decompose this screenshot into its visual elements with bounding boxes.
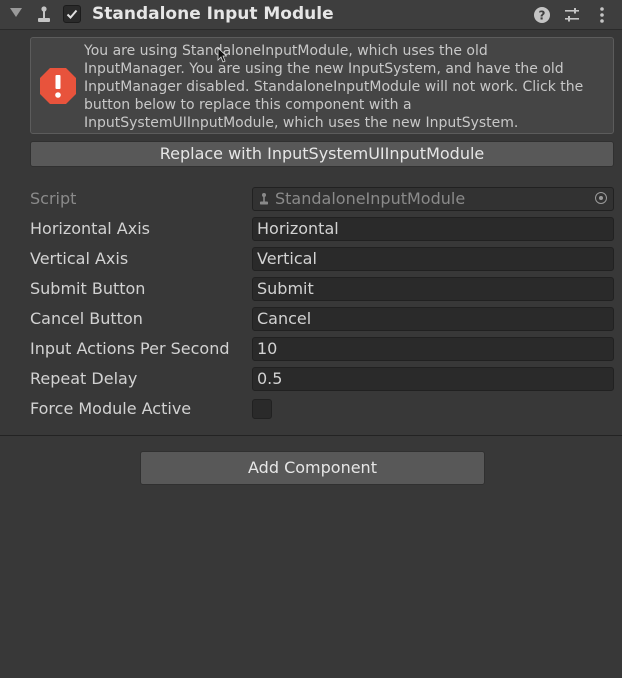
vertical-axis-label: Vertical Axis [30, 249, 129, 268]
component-enabled-checkbox[interactable] [63, 5, 81, 23]
warning-message: You are using StandaloneInputModule, whi… [84, 42, 610, 132]
mouse-cursor-icon [217, 47, 227, 63]
submit-button-label: Submit Button [30, 279, 146, 298]
checkmark-icon [66, 9, 78, 19]
foldout-expanded-icon[interactable] [10, 8, 22, 17]
horizontal-axis-field[interactable]: Horizontal [252, 217, 614, 241]
replace-module-button[interactable]: Replace with InputSystemUIInputModule [30, 141, 614, 167]
warning-line: InputManager disabled. StandaloneInputMo… [84, 79, 584, 95]
input-actions-per-second-field[interactable]: 10 [252, 337, 614, 361]
component-header: Standalone Input Module ? [0, 0, 622, 30]
repeat-delay-field[interactable]: 0.5 [252, 367, 614, 391]
force-module-active-checkbox[interactable] [252, 399, 272, 419]
submit-button-field[interactable]: Submit [252, 277, 614, 301]
warning-line: button below to replace this component w… [84, 97, 412, 113]
more-menu-icon[interactable] [592, 5, 612, 25]
vertical-axis-field[interactable]: Vertical [252, 247, 614, 271]
object-picker-icon[interactable] [595, 192, 607, 204]
presets-icon[interactable] [562, 5, 582, 25]
warning-help-box: You are using StandaloneInputModule, whi… [30, 37, 614, 134]
add-component-button[interactable]: Add Component [140, 451, 485, 485]
horizontal-axis-label: Horizontal Axis [30, 219, 150, 238]
script-field[interactable]: StandaloneInputModule [252, 187, 614, 211]
divider [0, 435, 622, 436]
help-icon[interactable]: ? [532, 5, 552, 25]
warning-line: InputSystemUIInputModule, which uses the… [84, 115, 519, 131]
cancel-button-label: Cancel Button [30, 309, 143, 328]
script-value: StandaloneInputModule [275, 189, 466, 208]
script-label: Script [30, 189, 77, 208]
repeat-delay-label: Repeat Delay [30, 369, 138, 388]
warning-line: InputManager. You are using the new Inpu… [84, 61, 564, 77]
script-asset-icon [260, 193, 268, 205]
component-title: Standalone Input Module [92, 4, 334, 24]
cancel-button-field[interactable]: Cancel [252, 307, 614, 331]
input-module-icon [38, 6, 50, 22]
svg-text:?: ? [539, 9, 546, 23]
input-actions-per-second-label: Input Actions Per Second [30, 339, 230, 358]
error-icon [40, 68, 76, 104]
force-module-active-label: Force Module Active [30, 399, 192, 418]
warning-line: You are using StandaloneInputModule, whi… [84, 43, 488, 59]
